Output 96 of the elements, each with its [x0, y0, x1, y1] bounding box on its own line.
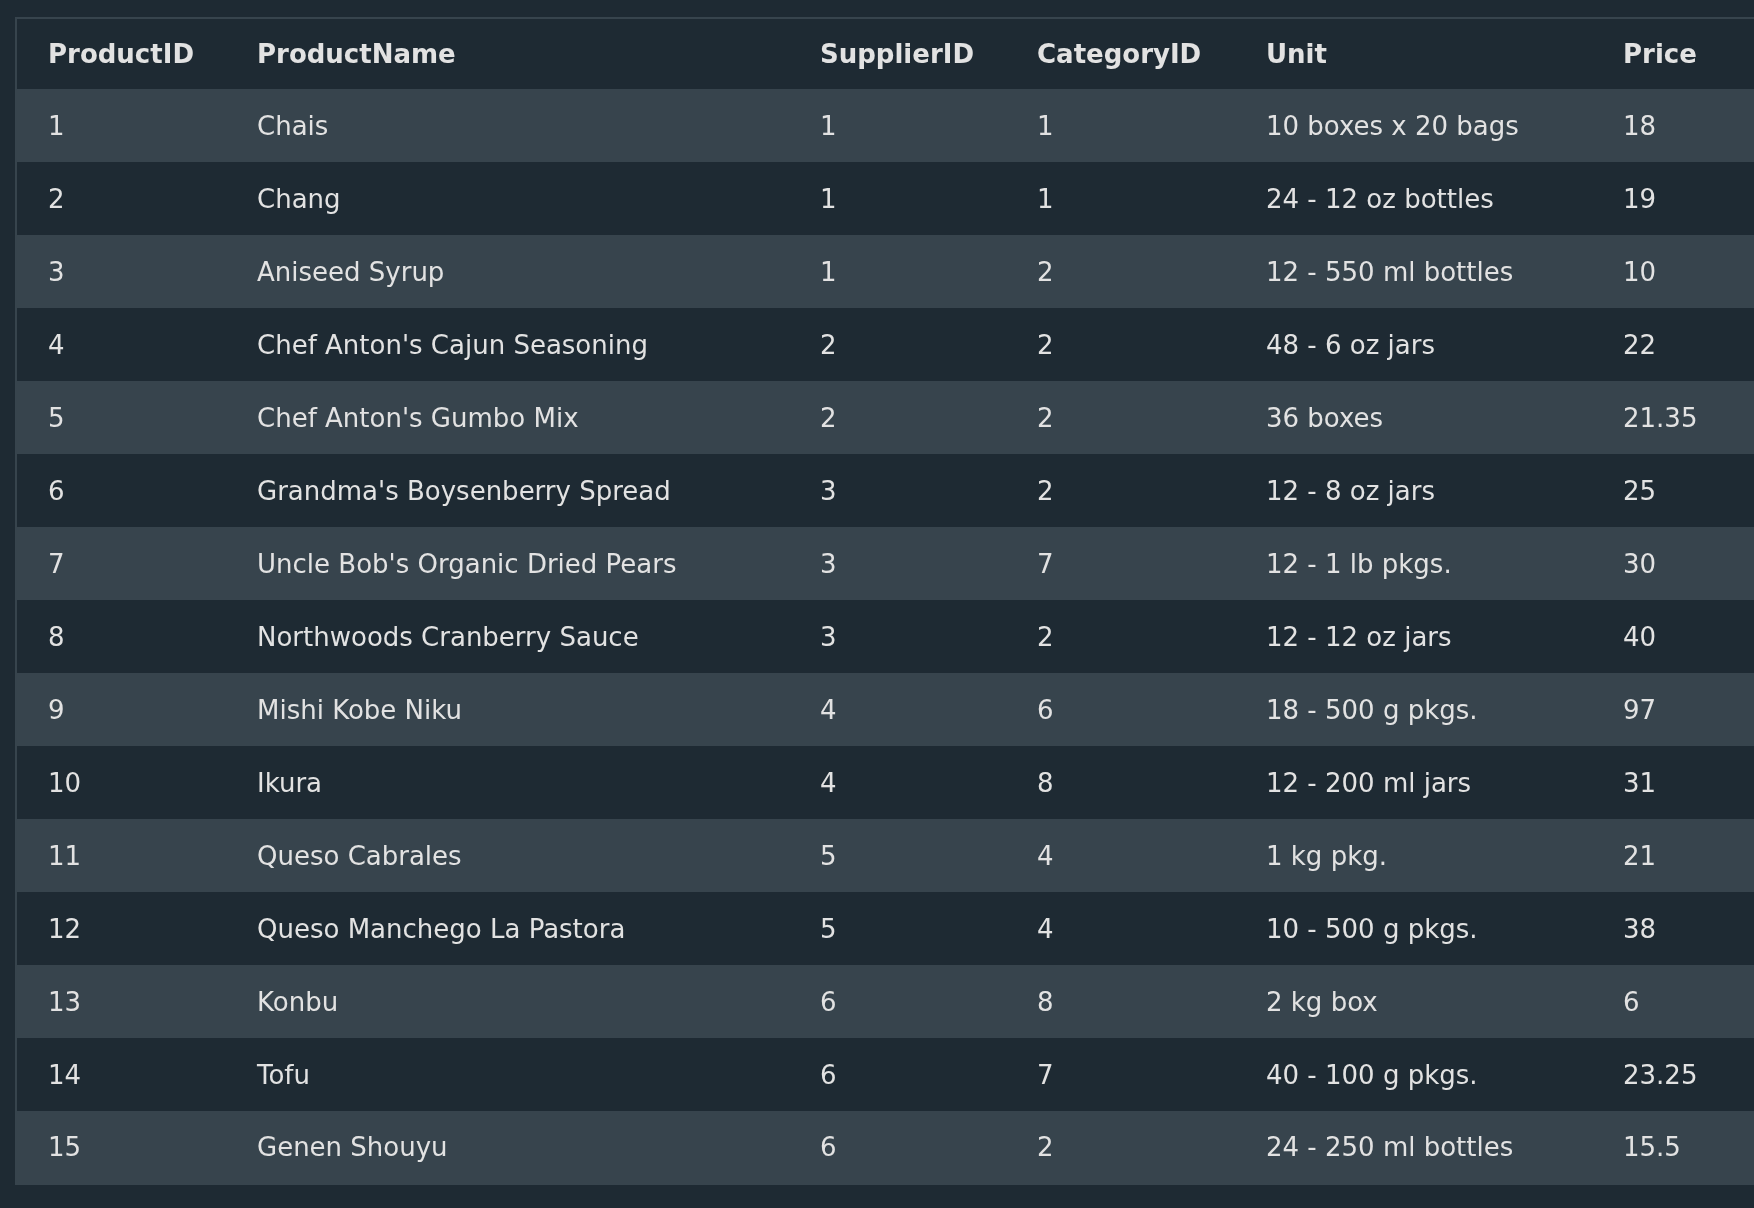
table-cell: Mishi Kobe Niku — [226, 673, 789, 746]
table-cell: 18 - 500 g pkgs. — [1235, 673, 1592, 746]
table-cell: Chef Anton's Cajun Seasoning — [226, 308, 789, 381]
table-cell: 2 — [16, 162, 226, 235]
table-cell: 7 — [1006, 1038, 1235, 1111]
table-cell: Chang — [226, 162, 789, 235]
table-cell: 25 — [1592, 454, 1754, 527]
table-cell: 22 — [1592, 308, 1754, 381]
table-cell: 21.35 — [1592, 381, 1754, 454]
table-cell: 6 — [789, 1038, 1006, 1111]
table-cell: Chais — [226, 89, 789, 162]
table-cell: 2 — [789, 381, 1006, 454]
table-cell: 9 — [16, 673, 226, 746]
table-cell: 5 — [16, 381, 226, 454]
table-cell: 8 — [16, 600, 226, 673]
table-cell: 2 — [1006, 235, 1235, 308]
table-cell: 6 — [16, 454, 226, 527]
table-cell: 30 — [1592, 527, 1754, 600]
table-cell: 3 — [789, 527, 1006, 600]
table-cell: 6 — [1006, 673, 1235, 746]
table-cell: 38 — [1592, 892, 1754, 965]
table-cell: 12 - 1 lb pkgs. — [1235, 527, 1592, 600]
table-cell: 24 - 250 ml bottles — [1235, 1111, 1592, 1184]
table-cell: 2 — [1006, 308, 1235, 381]
column-header: SupplierID — [789, 18, 1006, 89]
table-cell: Chef Anton's Gumbo Mix — [226, 381, 789, 454]
table-cell: Aniseed Syrup — [226, 235, 789, 308]
table-cell: 8 — [1006, 746, 1235, 819]
table-cell: 3 — [789, 454, 1006, 527]
table-cell: 4 — [789, 673, 1006, 746]
table-cell: 15.5 — [1592, 1111, 1754, 1184]
table-cell: 12 - 200 ml jars — [1235, 746, 1592, 819]
table-cell: 5 — [789, 819, 1006, 892]
table-cell: 11 — [16, 819, 226, 892]
table-cell: 1 — [16, 89, 226, 162]
table-cell: 19 — [1592, 162, 1754, 235]
table-cell: 2 — [1006, 600, 1235, 673]
table-cell: 15 — [16, 1111, 226, 1184]
table-cell: Grandma's Boysenberry Spread — [226, 454, 789, 527]
table-cell: 12 - 12 oz jars — [1235, 600, 1592, 673]
table-cell: 8 — [1006, 965, 1235, 1038]
table-cell: 97 — [1592, 673, 1754, 746]
table-cell: Queso Manchego La Pastora — [226, 892, 789, 965]
table-cell: 1 — [789, 89, 1006, 162]
column-header: Unit — [1235, 18, 1592, 89]
table-cell: 12 — [16, 892, 226, 965]
table-cell: Uncle Bob's Organic Dried Pears — [226, 527, 789, 600]
table-cell: 6 — [789, 1111, 1006, 1184]
table-cell: 40 - 100 g pkgs. — [1235, 1038, 1592, 1111]
table-cell: 7 — [16, 527, 226, 600]
table-cell: Tofu — [226, 1038, 789, 1111]
table-cell: 12 - 550 ml bottles — [1235, 235, 1592, 308]
table-cell: 4 — [789, 746, 1006, 819]
column-header: ProductName — [226, 18, 789, 89]
column-header: Price — [1592, 18, 1754, 89]
table-cell: 48 - 6 oz jars — [1235, 308, 1592, 381]
table-cell: 36 boxes — [1235, 381, 1592, 454]
table-cell: 23.25 — [1592, 1038, 1754, 1111]
table-cell: 3 — [789, 600, 1006, 673]
table-cell: 2 — [1006, 1111, 1235, 1184]
table-cell: 10 - 500 g pkgs. — [1235, 892, 1592, 965]
table-cell: 10 — [1592, 235, 1754, 308]
table-cell: 10 — [16, 746, 226, 819]
table-cell: 4 — [1006, 892, 1235, 965]
table-cell: 2 — [1006, 454, 1235, 527]
table-cell: Ikura — [226, 746, 789, 819]
table-cell: 1 — [789, 162, 1006, 235]
table-cell: 24 - 12 oz bottles — [1235, 162, 1592, 235]
table-cell: 10 boxes x 20 bags — [1235, 89, 1592, 162]
table-cell: 31 — [1592, 746, 1754, 819]
table-cell: 1 — [1006, 89, 1235, 162]
table-cell: 5 — [789, 892, 1006, 965]
column-header: CategoryID — [1006, 18, 1235, 89]
table-cell: 21 — [1592, 819, 1754, 892]
table-cell: 1 kg pkg. — [1235, 819, 1592, 892]
table-cell: 1 — [789, 235, 1006, 308]
table-cell: Genen Shouyu — [226, 1111, 789, 1184]
table-cell: 12 - 8 oz jars — [1235, 454, 1592, 527]
table-cell: 3 — [16, 235, 226, 308]
table-cell: Konbu — [226, 965, 789, 1038]
table-cell: 2 — [789, 308, 1006, 381]
table-cell: Northwoods Cranberry Sauce — [226, 600, 789, 673]
table-cell: 6 — [789, 965, 1006, 1038]
table-cell: 1 — [1006, 162, 1235, 235]
column-header: ProductID — [16, 18, 226, 89]
table-cell: Queso Cabrales — [226, 819, 789, 892]
table-cell: 6 — [1592, 965, 1754, 1038]
table-cell: 4 — [1006, 819, 1235, 892]
table-cell: 2 — [1006, 381, 1235, 454]
table-cell: 7 — [1006, 527, 1235, 600]
table-cell: 13 — [16, 965, 226, 1038]
table-cell: 14 — [16, 1038, 226, 1111]
table-cell: 18 — [1592, 89, 1754, 162]
table-cell: 40 — [1592, 600, 1754, 673]
table-cell: 2 kg box — [1235, 965, 1592, 1038]
table-cell: 4 — [16, 308, 226, 381]
